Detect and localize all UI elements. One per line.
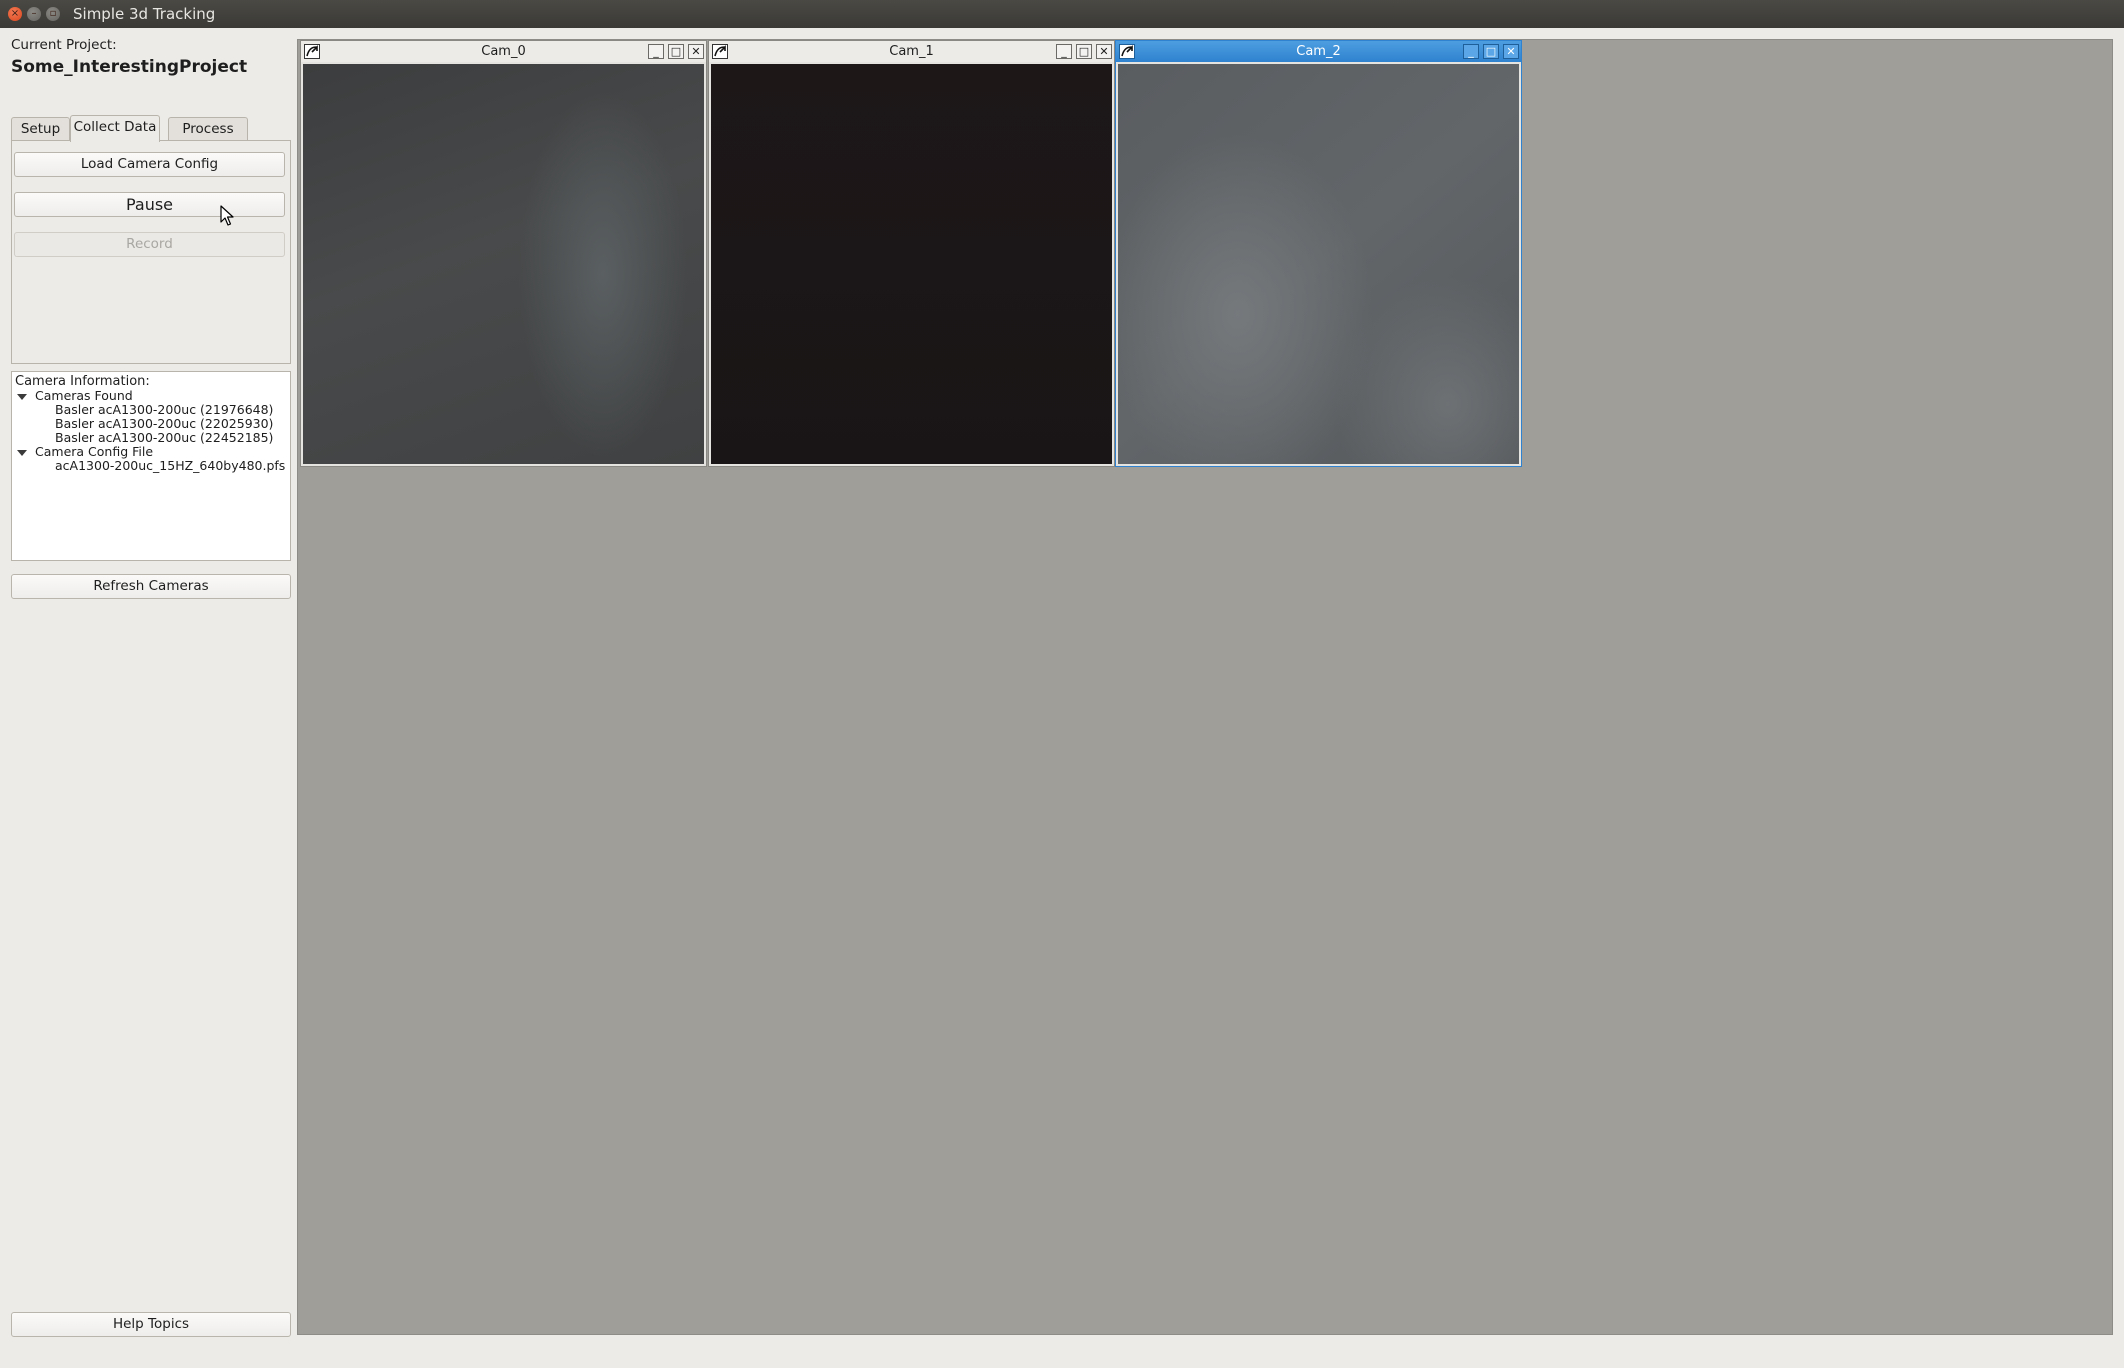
expand-triangle-icon[interactable] [17, 394, 27, 400]
pause-button[interactable]: Pause [14, 192, 285, 217]
camera-mdi-area: Cam_0 _ □ ✕ Cam_1 _ □ ✕ Cam_2 _ □ ✕ [297, 39, 2113, 1335]
tree-group-cameras-found[interactable]: Cameras Found [35, 388, 133, 403]
expand-triangle-icon[interactable] [17, 450, 27, 456]
tree-group-camera-config-file[interactable]: Camera Config File [35, 444, 153, 459]
refresh-cameras-button[interactable]: Refresh Cameras [11, 574, 291, 599]
maximize-icon[interactable]: □ [1076, 44, 1092, 59]
app-icon[interactable] [712, 44, 728, 59]
app-icon[interactable] [1119, 44, 1135, 59]
maximize-icon[interactable]: □ [1483, 44, 1499, 59]
help-topics-button[interactable]: Help Topics [11, 1312, 291, 1337]
camera-subwindow-cam1[interactable]: Cam_1 _ □ ✕ [708, 40, 1115, 467]
camera-subwindow-cam2[interactable]: Cam_2 _ □ ✕ [1115, 40, 1522, 467]
minimize-icon[interactable]: _ [648, 44, 664, 59]
subwindow-title[interactable]: Cam_0 [301, 41, 706, 62]
tree-item-camera[interactable]: Basler acA1300-200uc (21976648) [55, 402, 273, 417]
camera-subwindow-cam0[interactable]: Cam_0 _ □ ✕ [300, 40, 707, 467]
tree-item-config-file[interactable]: acA1300-200uc_15HZ_640by480.pfs [55, 458, 285, 473]
minimize-icon[interactable]: _ [1463, 44, 1479, 59]
subwindow-title[interactable]: Cam_2 [1116, 41, 1521, 62]
mouse-cursor-icon [220, 205, 234, 226]
app-title: Simple 3d Tracking [73, 5, 216, 23]
load-camera-config-button[interactable]: Load Camera Config [14, 152, 285, 177]
maximize-icon[interactable]: □ [668, 44, 684, 59]
camera-feed [711, 64, 1112, 464]
collect-data-panel: Load Camera Config Pause Record [11, 140, 291, 364]
close-icon[interactable]: ✕ [688, 44, 704, 59]
camera-feed [303, 64, 704, 464]
tree-item-camera[interactable]: Basler acA1300-200uc (22025930) [55, 416, 273, 431]
window-maximize-icon[interactable]: ▫ [46, 7, 60, 21]
tree-item-camera[interactable]: Basler acA1300-200uc (22452185) [55, 430, 273, 445]
tab-collect-data[interactable]: Collect Data [70, 115, 160, 142]
project-caption: Current Project: [11, 37, 117, 53]
camera-feed [1118, 64, 1519, 464]
close-icon[interactable]: ✕ [1503, 44, 1519, 59]
camera-information-title: Camera Information: [15, 374, 150, 389]
window-close-icon[interactable]: × [8, 7, 22, 21]
control-panel: Current Project: Some_InterestingProject… [0, 28, 296, 1368]
project-name: Some_InterestingProject [11, 57, 248, 77]
tab-process[interactable]: Process [168, 117, 248, 141]
close-icon[interactable]: ✕ [1096, 44, 1112, 59]
subwindow-title[interactable]: Cam_1 [709, 41, 1114, 62]
window-minimize-icon[interactable]: – [27, 7, 41, 21]
tab-setup[interactable]: Setup [11, 117, 70, 141]
record-button: Record [14, 232, 285, 257]
camera-information-tree[interactable]: Camera Information: Cameras Found Basler… [11, 371, 291, 561]
minimize-icon[interactable]: _ [1056, 44, 1072, 59]
window-titlebar: × – ▫ Simple 3d Tracking [0, 0, 2124, 28]
app-icon[interactable] [304, 44, 320, 59]
